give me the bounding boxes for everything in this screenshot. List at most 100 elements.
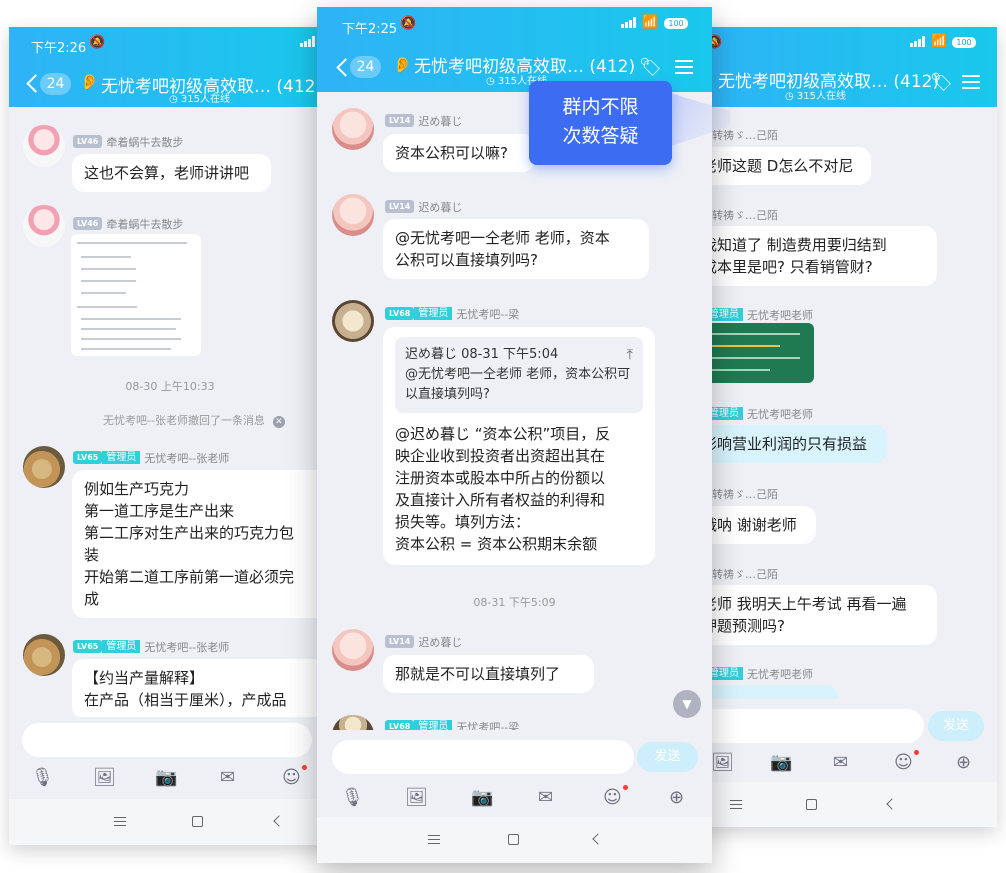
level-badge: LV46	[73, 135, 103, 148]
nickname: 迟め暮じ	[418, 635, 463, 649]
message-bubble[interactable]: 【约当产量解释】 在产品（相当于厘米），产成品	[72, 659, 327, 719]
level-badge: LV14	[385, 114, 415, 127]
nickname: 迟め暮じ	[418, 114, 463, 128]
message-input[interactable]	[690, 709, 924, 743]
message-bubble[interactable]: 影响营业利润的只有损益	[690, 425, 887, 463]
message-bubble[interactable]: 我知道了 制造费用要归结到 成本里是吧? 只看销管财?	[690, 226, 937, 286]
envelope-icon[interactable]: ✉	[538, 787, 553, 808]
jump-to-icon[interactable]: ⤒	[627, 345, 633, 365]
nickname: 牵着蜗牛去散步	[106, 135, 184, 149]
emoji-icon[interactable]: ☺	[603, 787, 622, 808]
camera-icon[interactable]: 📷	[471, 787, 493, 808]
unread-badge[interactable]: 24	[350, 56, 381, 78]
ear-icon: 👂	[80, 73, 99, 91]
recall-notice: 无忧考吧--张老师撤回了一条消息 ✕	[103, 412, 285, 428]
close-icon[interactable]: ✕	[272, 416, 285, 428]
nav-home-icon[interactable]	[508, 834, 519, 845]
envelope-icon[interactable]: ✉	[220, 767, 235, 788]
plus-icon[interactable]: ⊕	[669, 787, 684, 808]
nickname: 牵着蜗牛去散步	[106, 217, 184, 231]
nav-back-icon[interactable]	[886, 798, 898, 810]
microphone-icon[interactable]: 🎙	[341, 787, 364, 808]
nav-home-icon[interactable]	[192, 816, 203, 827]
message-meta: 转祷ゞ…己陌	[708, 483, 778, 502]
message-meta: LV14 迟め暮じ	[385, 631, 462, 650]
image-icon[interactable]: 🖼	[711, 752, 734, 773]
avatar[interactable]	[23, 205, 65, 247]
level-badge: LV46	[73, 217, 103, 230]
message-bubble[interactable]: 资本公积可以嘛?	[383, 134, 535, 172]
message-bubble[interactable]: 老师 我明天上午考试 再看一遍 押题预测吗?	[690, 585, 937, 645]
unread-badge[interactable]: 24	[40, 73, 71, 95]
avatar[interactable]	[23, 634, 65, 676]
notification-dot	[623, 785, 628, 790]
avatar[interactable]	[332, 194, 374, 236]
message-bubble[interactable]: @无忧考吧一仝老师 老师，资本 公积可以直接填列吗?	[383, 219, 649, 279]
feature-callout: 群内不限 次数答疑	[529, 81, 672, 165]
avatar[interactable]	[332, 629, 374, 671]
avatar[interactable]	[23, 446, 65, 488]
message-bubble[interactable]: 老师这题 D怎么不对尼	[690, 147, 871, 185]
signal-icon	[300, 36, 316, 47]
avatar[interactable]	[332, 300, 374, 342]
message-meta: 管理员 无忧考吧老师	[705, 403, 813, 422]
avatar[interactable]	[23, 125, 65, 167]
message-bubble[interactable]: 这也不会算，老师讲讲吧	[72, 154, 271, 192]
scroll-down-button[interactable]: ▼	[673, 690, 701, 718]
online-count: ◷ 315人在线	[785, 91, 846, 102]
emoji-icon[interactable]: ☺	[282, 767, 301, 788]
battery-icon: 100	[952, 37, 976, 48]
system-nav-bar	[317, 817, 712, 863]
mute-icon: 🔕	[89, 35, 106, 50]
level-badge: LV65	[73, 640, 103, 653]
nickname: 无忧考吧--张老师	[144, 640, 230, 654]
message-meta: LV46 牵着蜗牛去散步	[73, 213, 183, 232]
level-badge: LV14	[385, 635, 415, 648]
nav-back-icon[interactable]	[273, 815, 285, 827]
nav-back-icon[interactable]	[592, 833, 604, 845]
message-bubble[interactable]	[690, 685, 838, 699]
wifi-icon: 📶	[642, 15, 659, 30]
status-bar: 🔕 📶 100	[690, 27, 997, 61]
nav-menu-icon[interactable]	[428, 835, 440, 844]
tag-icon[interactable]: 🏷	[639, 57, 662, 78]
image-icon[interactable]: 🖼	[405, 787, 428, 808]
nav-menu-icon[interactable]	[730, 800, 742, 809]
message-input[interactable]	[332, 740, 634, 774]
message-meta: 转祷ゞ…己陌	[708, 563, 778, 582]
send-button[interactable]: 发送	[928, 711, 984, 741]
nickname: 无忧考吧老师	[747, 667, 813, 681]
signal-icon	[621, 17, 637, 28]
plus-icon[interactable]: ⊕	[956, 752, 971, 773]
message-input[interactable]	[22, 723, 312, 757]
envelope-icon[interactable]: ✉	[833, 752, 848, 773]
message-bubble[interactable]: 例如生产巧克力 第一道工序是生产出来 第二工序对生产出来的巧克力包装开始第二道工序前…	[72, 470, 327, 618]
microphone-icon[interactable]: 🎙	[31, 767, 54, 788]
emoji-icon[interactable]: ☺	[894, 752, 913, 773]
message-meta: 管理员 无忧考吧老师	[705, 663, 813, 682]
quoted-message[interactable]: 迟め暮じ 08-31 下午5:04 ⤒ @无忧考吧一仝老师 老师，资本公积可 以…	[395, 337, 643, 413]
message-meta: LV68 管理员 无忧考吧--梁	[385, 303, 519, 322]
send-button[interactable]: 发送	[637, 742, 698, 772]
tag-icon[interactable]: 🏷	[930, 72, 953, 93]
image-icon[interactable]: 🖼	[93, 767, 116, 788]
avatar[interactable]	[332, 108, 374, 150]
camera-icon[interactable]: 📷	[770, 752, 792, 773]
message-meta: LV65 管理员 无忧考吧--张老师	[73, 636, 229, 655]
menu-icon[interactable]	[675, 60, 693, 74]
phone-right: 🔕 📶 100 无忧考吧初级高效取… (412) ◷ 315人在线 🏷 转祷ゞ……	[690, 27, 997, 827]
status-bar: 下午2:25 🔕 📶 100	[317, 7, 712, 41]
message-bubble[interactable]: 迟め暮じ 08-31 下午5:04 ⤒ @无忧考吧一仝老师 老师，资本公积可 以…	[383, 327, 655, 565]
message-meta: LV65 管理员 无忧考吧--张老师	[73, 447, 229, 466]
camera-icon[interactable]: 📷	[155, 767, 177, 788]
nav-home-icon[interactable]	[806, 799, 817, 810]
nav-menu-icon[interactable]	[114, 817, 126, 826]
battery-icon: 100	[664, 18, 688, 29]
notification-dot	[914, 750, 919, 755]
input-bar: 发送 🎙 🖼 📷 ✉ ☺ ⊕	[317, 730, 712, 817]
nickname: 无忧考吧--梁	[456, 307, 520, 321]
message-bubble[interactable]: 那就是不可以直接填列了	[383, 655, 594, 693]
image-message[interactable]	[71, 234, 201, 356]
menu-icon[interactable]	[962, 75, 980, 89]
nickname: 转祷ゞ…己陌	[712, 487, 778, 501]
